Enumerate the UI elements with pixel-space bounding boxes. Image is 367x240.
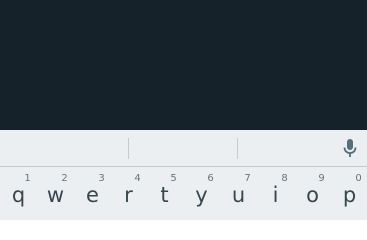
- suggestion-strip: [0, 130, 367, 166]
- key-letter-label: r: [124, 183, 133, 207]
- voice-input-button[interactable]: [338, 136, 362, 160]
- suggestion-right[interactable]: [238, 130, 334, 166]
- key-p[interactable]: 0p: [331, 167, 367, 220]
- suggestion-left[interactable]: [0, 130, 128, 166]
- key-e[interactable]: 3e: [74, 167, 111, 220]
- key-t[interactable]: 5t: [146, 167, 183, 220]
- phone-screen: 1q2w3e4r5t6y7u8i9o0p: [0, 0, 367, 220]
- microphone-icon: [343, 139, 357, 157]
- key-letter-label: u: [231, 183, 246, 207]
- key-u[interactable]: 7u: [220, 167, 257, 220]
- key-i[interactable]: 8i: [257, 167, 294, 220]
- key-letter-label: o: [306, 183, 319, 207]
- key-letter-label: p: [342, 183, 357, 207]
- soft-keyboard: 1q2w3e4r5t6y7u8i9o0p: [0, 130, 367, 220]
- key-r[interactable]: 4r: [110, 167, 147, 220]
- key-letter-label: t: [160, 183, 169, 207]
- app-content-area: [0, 0, 367, 130]
- key-letter-label: y: [195, 183, 208, 207]
- key-letter-label: w: [46, 183, 65, 207]
- key-o[interactable]: 9o: [294, 167, 331, 220]
- key-letter-label: i: [272, 183, 279, 207]
- key-q[interactable]: 1q: [0, 167, 37, 220]
- key-letter-label: q: [11, 183, 26, 207]
- key-letter-label: e: [86, 183, 99, 207]
- key-y[interactable]: 6y: [183, 167, 220, 220]
- key-w[interactable]: 2w: [37, 167, 74, 220]
- suggestion-center[interactable]: [129, 130, 237, 166]
- key-row-top: 1q2w3e4r5t6y7u8i9o0p: [0, 167, 367, 220]
